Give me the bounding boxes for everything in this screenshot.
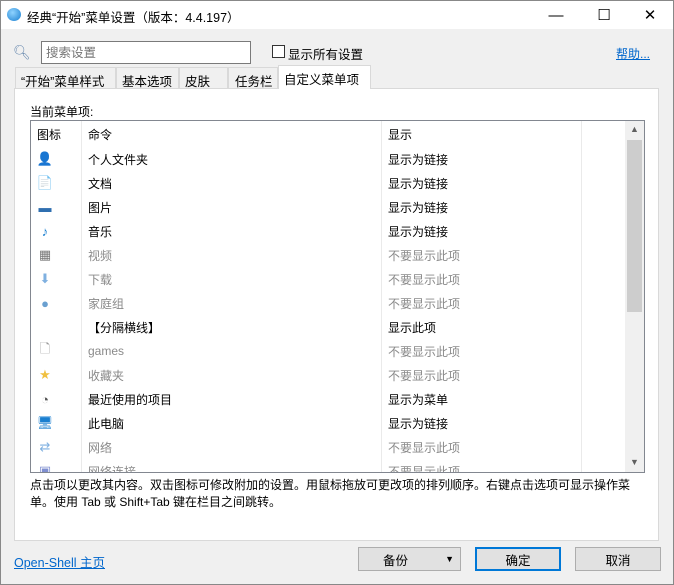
item-command[interactable]: 网络连接 [82, 459, 382, 472]
blank-file-icon[interactable]: 🗋 [37, 341, 53, 359]
header-command[interactable]: 命令 [82, 121, 382, 147]
item-command[interactable]: 家庭组 [82, 291, 382, 315]
item-command[interactable]: 收藏夹 [82, 363, 382, 387]
current-items-label: 当前菜单项: [30, 105, 94, 119]
item-display[interactable]: 显示为链接 [382, 219, 582, 243]
search-input[interactable] [41, 41, 251, 64]
tab-basic-options[interactable]: 基本选项 [116, 67, 179, 89]
item-display[interactable]: 显示为链接 [382, 411, 582, 435]
item-display[interactable]: 不要显示此项 [382, 435, 582, 459]
scroll-down-icon[interactable]: ▼ [625, 457, 644, 467]
music-icon[interactable]: ♪ [37, 223, 53, 239]
help-link[interactable]: 帮助... [616, 45, 650, 62]
item-display[interactable]: 显示为链接 [382, 171, 582, 195]
list-item[interactable]: ▬ 图片 显示为链接 [31, 195, 625, 219]
show-all-settings-label[interactable]: 显示所有设置 [288, 44, 363, 63]
list-item[interactable]: ● 家庭组 不要显示此项 [31, 291, 625, 315]
search-icon: 🔍︎ [13, 44, 31, 60]
item-command[interactable]: 此电脑 [82, 411, 382, 435]
list-item[interactable]: ▦ 视频 不要显示此项 [31, 243, 625, 267]
item-command[interactable]: 个人文件夹 [82, 147, 382, 171]
item-display[interactable]: 显示为链接 [382, 147, 582, 171]
item-display[interactable]: 显示此项 [382, 315, 582, 339]
tab-start-menu-style[interactable]: “开始”菜单样式 [15, 67, 116, 89]
homegroup-icon[interactable]: ● [37, 295, 53, 311]
network-connections-icon[interactable]: ▣ [37, 463, 53, 472]
tab-skin[interactable]: 皮肤 [179, 67, 228, 89]
item-command[interactable]: 视频 [82, 243, 382, 267]
item-command[interactable]: 文档 [82, 171, 382, 195]
list-item[interactable]: ★ 收藏夹 不要显示此项 [31, 363, 625, 387]
item-display[interactable]: 显示为链接 [382, 195, 582, 219]
list-item[interactable]: 📄 文档 显示为链接 [31, 171, 625, 195]
item-display[interactable]: 不要显示此项 [382, 459, 582, 472]
list-item[interactable]: ⬇ 下载 不要显示此项 [31, 267, 625, 291]
list-item[interactable]: 👤 个人文件夹 显示为链接 [31, 147, 625, 171]
list-item[interactable]: ♪ 音乐 显示为链接 [31, 219, 625, 243]
network-icon[interactable]: ⇄ [37, 439, 53, 455]
maximize-button[interactable]: ☐ [581, 1, 627, 29]
header-display[interactable]: 显示 [382, 121, 582, 147]
computer-icon[interactable]: 🖥 [37, 415, 54, 431]
tab-taskbar[interactable]: 任务栏 [228, 67, 278, 89]
list-item[interactable]: ◔ 最近使用的项目 显示为菜单 [31, 387, 625, 411]
scrollbar-thumb[interactable] [627, 140, 642, 312]
help-note: 点击项以更改其内容。双击图标可修改附加的设置。用鼠标拖放可更改项的排列顺序。右键… [30, 478, 631, 509]
show-all-settings-checkbox[interactable] [272, 45, 285, 58]
document-icon[interactable]: 📄 [37, 175, 53, 191]
minimize-button[interactable]: — [533, 1, 579, 29]
list-item[interactable]: ⇄ 网络 不要显示此项 [31, 435, 625, 459]
cancel-button[interactable]: 取消 [575, 547, 661, 571]
app-shell-icon [7, 8, 21, 21]
item-command[interactable]: 【分隔横线】 [82, 315, 382, 339]
favorites-star-icon[interactable]: ★ [37, 367, 53, 383]
menu-items-list[interactable]: 图标 命令 显示 👤 个人文件夹 显示为链接 📄 文档 显示为链接 ▬ 图片 显示为… [30, 120, 645, 473]
item-display[interactable]: 不要显示此项 [382, 267, 582, 291]
close-button[interactable]: ✕ [627, 1, 673, 29]
download-icon[interactable]: ⬇ [37, 271, 53, 287]
list-item[interactable]: 【分隔横线】 显示此项 [31, 315, 625, 339]
item-display[interactable]: 不要显示此项 [382, 363, 582, 387]
no-icon[interactable] [37, 319, 53, 335]
item-display[interactable]: 不要显示此项 [382, 339, 582, 363]
window-title: 经典“开始”菜单设置（版本：4.4.197） [27, 11, 240, 25]
header-icon[interactable]: 图标 [31, 121, 82, 147]
item-command[interactable]: 最近使用的项目 [82, 387, 382, 411]
item-command[interactable]: 音乐 [82, 219, 382, 243]
open-shell-home-link[interactable]: Open-Shell 主页 [14, 552, 105, 571]
user-folder-icon[interactable]: 👤 [37, 151, 53, 167]
recent-items-icon[interactable]: ◔ [37, 391, 53, 407]
item-command[interactable]: 图片 [82, 195, 382, 219]
item-display[interactable]: 不要显示此项 [382, 291, 582, 315]
list-item[interactable]: 🖥 此电脑 显示为链接 [31, 411, 625, 435]
backup-label: 备份 [382, 553, 408, 568]
item-command[interactable]: 网络 [82, 435, 382, 459]
ok-button[interactable]: 确定 [475, 547, 561, 571]
video-icon[interactable]: ▦ [37, 247, 53, 263]
item-display[interactable]: 不要显示此项 [382, 243, 582, 267]
dropdown-arrow-icon: ▼ [445, 554, 454, 564]
scroll-up-icon[interactable]: ▲ [625, 124, 644, 134]
list-item[interactable]: ▣ 网络连接 不要显示此项 [31, 459, 625, 472]
list-header: 图标 命令 显示 [31, 121, 625, 147]
item-command[interactable]: games [82, 339, 382, 363]
item-display[interactable]: 显示为菜单 [382, 387, 582, 411]
item-command[interactable]: 下载 [82, 267, 382, 291]
tab-customize-menu[interactable]: 自定义菜单项 [278, 65, 371, 89]
pictures-icon[interactable]: ▬ [37, 199, 53, 215]
list-item[interactable]: 🗋 games 不要显示此项 [31, 339, 625, 363]
backup-button[interactable]: 备份 ▼ [358, 547, 461, 571]
